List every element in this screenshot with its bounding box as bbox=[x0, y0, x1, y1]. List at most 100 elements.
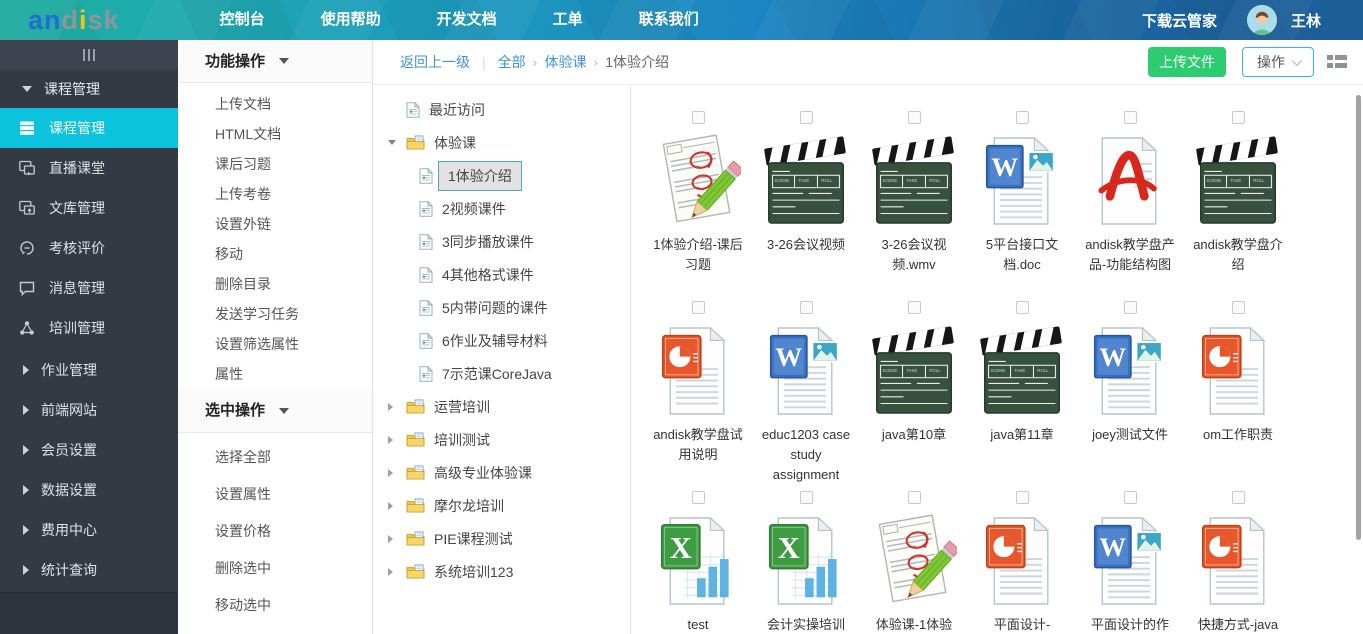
file-item-2[interactable]: SCENETAKEROLL3-26会议视频 bbox=[752, 111, 860, 301]
sidebar-item-messages[interactable]: 消息管理 bbox=[0, 268, 178, 308]
tree-node-child-7[interactable]: 7示范课CoreJava bbox=[373, 357, 630, 390]
file-item-11[interactable]: Wjoey测试文件 bbox=[1076, 301, 1184, 491]
file-checkbox[interactable] bbox=[908, 301, 921, 314]
ops-menu-item[interactable]: 设置属性 bbox=[178, 476, 372, 513]
file-checkbox[interactable] bbox=[800, 301, 813, 314]
ops-menu-item[interactable]: 设置价格 bbox=[178, 513, 372, 550]
file-checkbox[interactable] bbox=[1232, 301, 1245, 314]
sidebar-group-1[interactable]: 作业管理 bbox=[0, 350, 178, 390]
file-checkbox[interactable] bbox=[908, 111, 921, 124]
ops-menu-item[interactable]: 设置外链 bbox=[178, 209, 372, 239]
file-item-10[interactable]: SCENETAKEROLLjava第11章 bbox=[968, 301, 1076, 491]
file-item-9[interactable]: SCENETAKEROLLjava第10章 bbox=[860, 301, 968, 491]
file-item-5[interactable]: andisk教学盘产品-功能结构图 bbox=[1076, 111, 1184, 301]
file-checkbox[interactable] bbox=[1016, 491, 1029, 504]
download-cloud-manager-link[interactable]: 下载云管家 bbox=[1142, 10, 1217, 31]
tree-node-folder-6[interactable]: 系统培训123 bbox=[373, 555, 630, 588]
tree-node-folder-5[interactable]: PIE课程测试 bbox=[373, 522, 630, 555]
sidebar-item-live-classroom[interactable]: 直播课堂 bbox=[0, 148, 178, 188]
file-item-3[interactable]: SCENETAKEROLL3-26会议视频.wmv bbox=[860, 111, 968, 301]
file-checkbox[interactable] bbox=[1232, 111, 1245, 124]
caret-right-icon[interactable] bbox=[388, 502, 400, 510]
caret-right-icon[interactable] bbox=[388, 535, 400, 543]
caret-down-icon[interactable] bbox=[388, 140, 400, 145]
sidebar-group-2[interactable]: 前端网站 bbox=[0, 390, 178, 430]
file-item-6[interactable]: SCENETAKEROLLandisk教学盘介绍 bbox=[1184, 111, 1292, 301]
file-item-12[interactable]: om工作职责 bbox=[1184, 301, 1292, 491]
tree-node-child-5[interactable]: 5内带问题的课件 bbox=[373, 291, 630, 324]
sidebar-item-training[interactable]: 培训管理 bbox=[0, 308, 178, 348]
tree-node-folder-1[interactable]: 运营培训 bbox=[373, 390, 630, 423]
file-checkbox[interactable] bbox=[1124, 111, 1137, 124]
tree-node-child-3[interactable]: 3同步播放课件 bbox=[373, 225, 630, 258]
tree-node-root[interactable]: 体验课 bbox=[373, 126, 630, 159]
file-checkbox[interactable] bbox=[1124, 491, 1137, 504]
file-checkbox[interactable] bbox=[692, 301, 705, 314]
file-checkbox[interactable] bbox=[800, 111, 813, 124]
sidebar-group-4[interactable]: 数据设置 bbox=[0, 470, 178, 510]
tree-node-child-4[interactable]: 4其他格式课件 bbox=[373, 258, 630, 291]
tree-node-folder-3[interactable]: 高级专业体验课 bbox=[373, 456, 630, 489]
ops-menu-item[interactable]: 属性 bbox=[178, 359, 372, 389]
file-item-13[interactable]: Xtest bbox=[644, 491, 752, 634]
file-checkbox[interactable] bbox=[1232, 491, 1245, 504]
app-logo[interactable]: andisk bbox=[28, 0, 120, 40]
tree-node-child-1[interactable]: 1体验介绍 bbox=[373, 159, 630, 192]
avatar[interactable] bbox=[1247, 5, 1277, 35]
file-item-16[interactable]: 平面设计- bbox=[968, 491, 1076, 634]
sidebar-collapse-button[interactable] bbox=[0, 40, 178, 70]
sidebar-group-course-management[interactable]: 课程管理 bbox=[0, 70, 178, 108]
file-item-14[interactable]: X会计实操培训 bbox=[752, 491, 860, 634]
ops-menu-item[interactable]: 移动选中 bbox=[178, 587, 372, 624]
ops-menu-item[interactable]: 上传考卷 bbox=[178, 179, 372, 209]
sidebar-item-assessment[interactable]: 考核评价 bbox=[0, 228, 178, 268]
ops-menu-item[interactable]: 选择全部 bbox=[178, 439, 372, 476]
nav-item-4[interactable]: 工单 bbox=[525, 0, 611, 40]
upload-file-button[interactable]: 上传文件 bbox=[1148, 47, 1226, 77]
file-checkbox[interactable] bbox=[692, 491, 705, 504]
nav-item-5[interactable]: 联系我们 bbox=[611, 0, 727, 40]
sidebar-group-3[interactable]: 会员设置 bbox=[0, 430, 178, 470]
ops-menu-item[interactable]: HTML文档 bbox=[178, 119, 372, 149]
action-dropdown-button[interactable]: 操作 bbox=[1242, 47, 1314, 77]
file-item-8[interactable]: Weduc1203 case study assignment bbox=[752, 301, 860, 491]
ops-menu-item[interactable]: 设置筛选属性 bbox=[178, 329, 372, 359]
breadcrumb-link[interactable]: 体验课 bbox=[544, 54, 586, 70]
ops-menu-item[interactable]: 权限设置 bbox=[178, 624, 372, 634]
ops-menu-item[interactable]: 删除目录 bbox=[178, 269, 372, 299]
file-checkbox[interactable] bbox=[1016, 111, 1029, 124]
nav-item-2[interactable]: 使用帮助 bbox=[293, 0, 409, 40]
file-item-18[interactable]: 快捷方式-java bbox=[1184, 491, 1292, 634]
back-up-level-link[interactable]: 返回上一级 bbox=[400, 52, 470, 72]
sidebar-item-library[interactable]: 文库管理 bbox=[0, 188, 178, 228]
file-item-17[interactable]: W平面设计的作 bbox=[1076, 491, 1184, 634]
file-item-4[interactable]: W5平台接口文档.doc bbox=[968, 111, 1076, 301]
file-checkbox[interactable] bbox=[908, 491, 921, 504]
file-checkbox[interactable] bbox=[800, 491, 813, 504]
tree-node-recent[interactable]: 最近访问 bbox=[373, 93, 630, 126]
nav-item-3[interactable]: 开发文档 bbox=[409, 0, 525, 40]
ops-section-header-1[interactable]: 功能操作 bbox=[178, 40, 372, 83]
ops-menu-item[interactable]: 课后习题 bbox=[178, 149, 372, 179]
tree-node-folder-4[interactable]: 摩尔龙培训 bbox=[373, 489, 630, 522]
list-view-toggle-icon[interactable] bbox=[1327, 54, 1347, 70]
sidebar-group-5[interactable]: 费用中心 bbox=[0, 510, 178, 550]
vertical-scrollbar[interactable] bbox=[1356, 95, 1361, 540]
sidebar-item-courses-stack[interactable]: 课程管理 bbox=[0, 108, 178, 148]
ops-menu-item[interactable]: 上传文档 bbox=[178, 89, 372, 119]
file-checkbox[interactable] bbox=[1124, 301, 1137, 314]
file-item-7[interactable]: andisk教学盘试用说明 bbox=[644, 301, 752, 491]
username[interactable]: 王林 bbox=[1291, 10, 1321, 31]
breadcrumb-link[interactable]: 全部 bbox=[498, 54, 526, 70]
ops-menu-item[interactable]: 删除选中 bbox=[178, 550, 372, 587]
ops-section-header-2[interactable]: 选中操作 bbox=[178, 389, 372, 433]
caret-right-icon[interactable] bbox=[388, 436, 400, 444]
sidebar-group-6[interactable]: 统计查询 bbox=[0, 550, 178, 590]
file-checkbox[interactable] bbox=[692, 111, 705, 124]
nav-item-1[interactable]: 控制台 bbox=[192, 0, 293, 40]
file-item-1[interactable]: 1体验介绍-课后习题 bbox=[644, 111, 752, 301]
file-item-15[interactable]: 体验课-1体验 bbox=[860, 491, 968, 634]
ops-menu-item[interactable]: 发送学习任务 bbox=[178, 299, 372, 329]
tree-node-child-6[interactable]: 6作业及辅导材料 bbox=[373, 324, 630, 357]
ops-menu-item[interactable]: 移动 bbox=[178, 239, 372, 269]
